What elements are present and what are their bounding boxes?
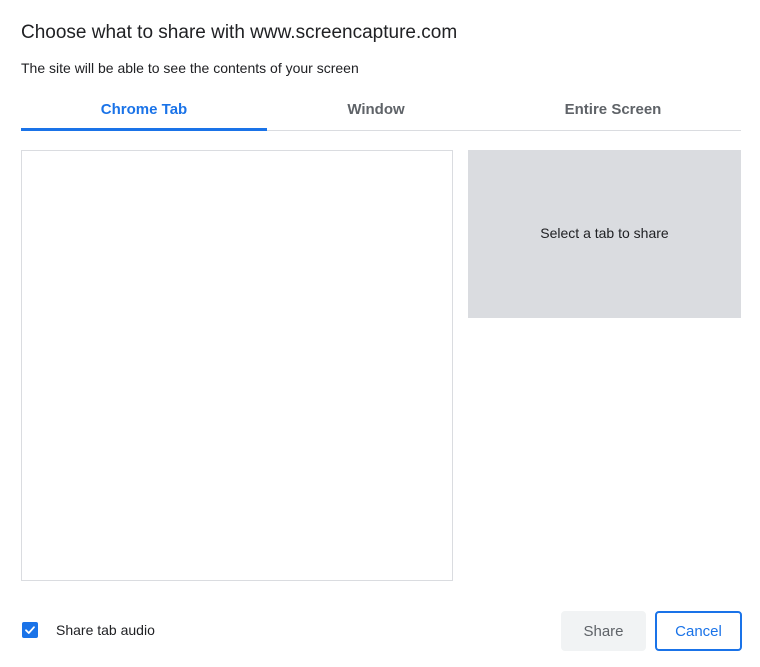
tab-entire-screen[interactable]: Entire Screen bbox=[485, 92, 741, 130]
share-audio-toggle[interactable]: Share tab audio bbox=[22, 622, 155, 638]
tab-chrome-tab[interactable]: Chrome Tab bbox=[21, 92, 267, 130]
checkmark-icon[interactable] bbox=[22, 622, 38, 638]
share-audio-label: Share tab audio bbox=[56, 622, 155, 638]
share-preview: Select a tab to share bbox=[468, 150, 741, 318]
tab-window[interactable]: Window bbox=[267, 92, 485, 130]
source-tabs: Chrome Tab Window Entire Screen bbox=[21, 92, 741, 131]
dialog-subtitle: The site will be able to see the content… bbox=[21, 60, 359, 76]
cancel-button[interactable]: Cancel bbox=[655, 611, 742, 651]
share-button[interactable]: Share bbox=[561, 611, 646, 651]
preview-placeholder: Select a tab to share bbox=[540, 225, 669, 241]
active-tab-indicator bbox=[21, 128, 267, 131]
dialog-title: Choose what to share with www.screencapt… bbox=[21, 22, 458, 43]
screen-share-dialog: Choose what to share with www.screencapt… bbox=[0, 0, 760, 667]
tab-list[interactable] bbox=[21, 150, 453, 581]
